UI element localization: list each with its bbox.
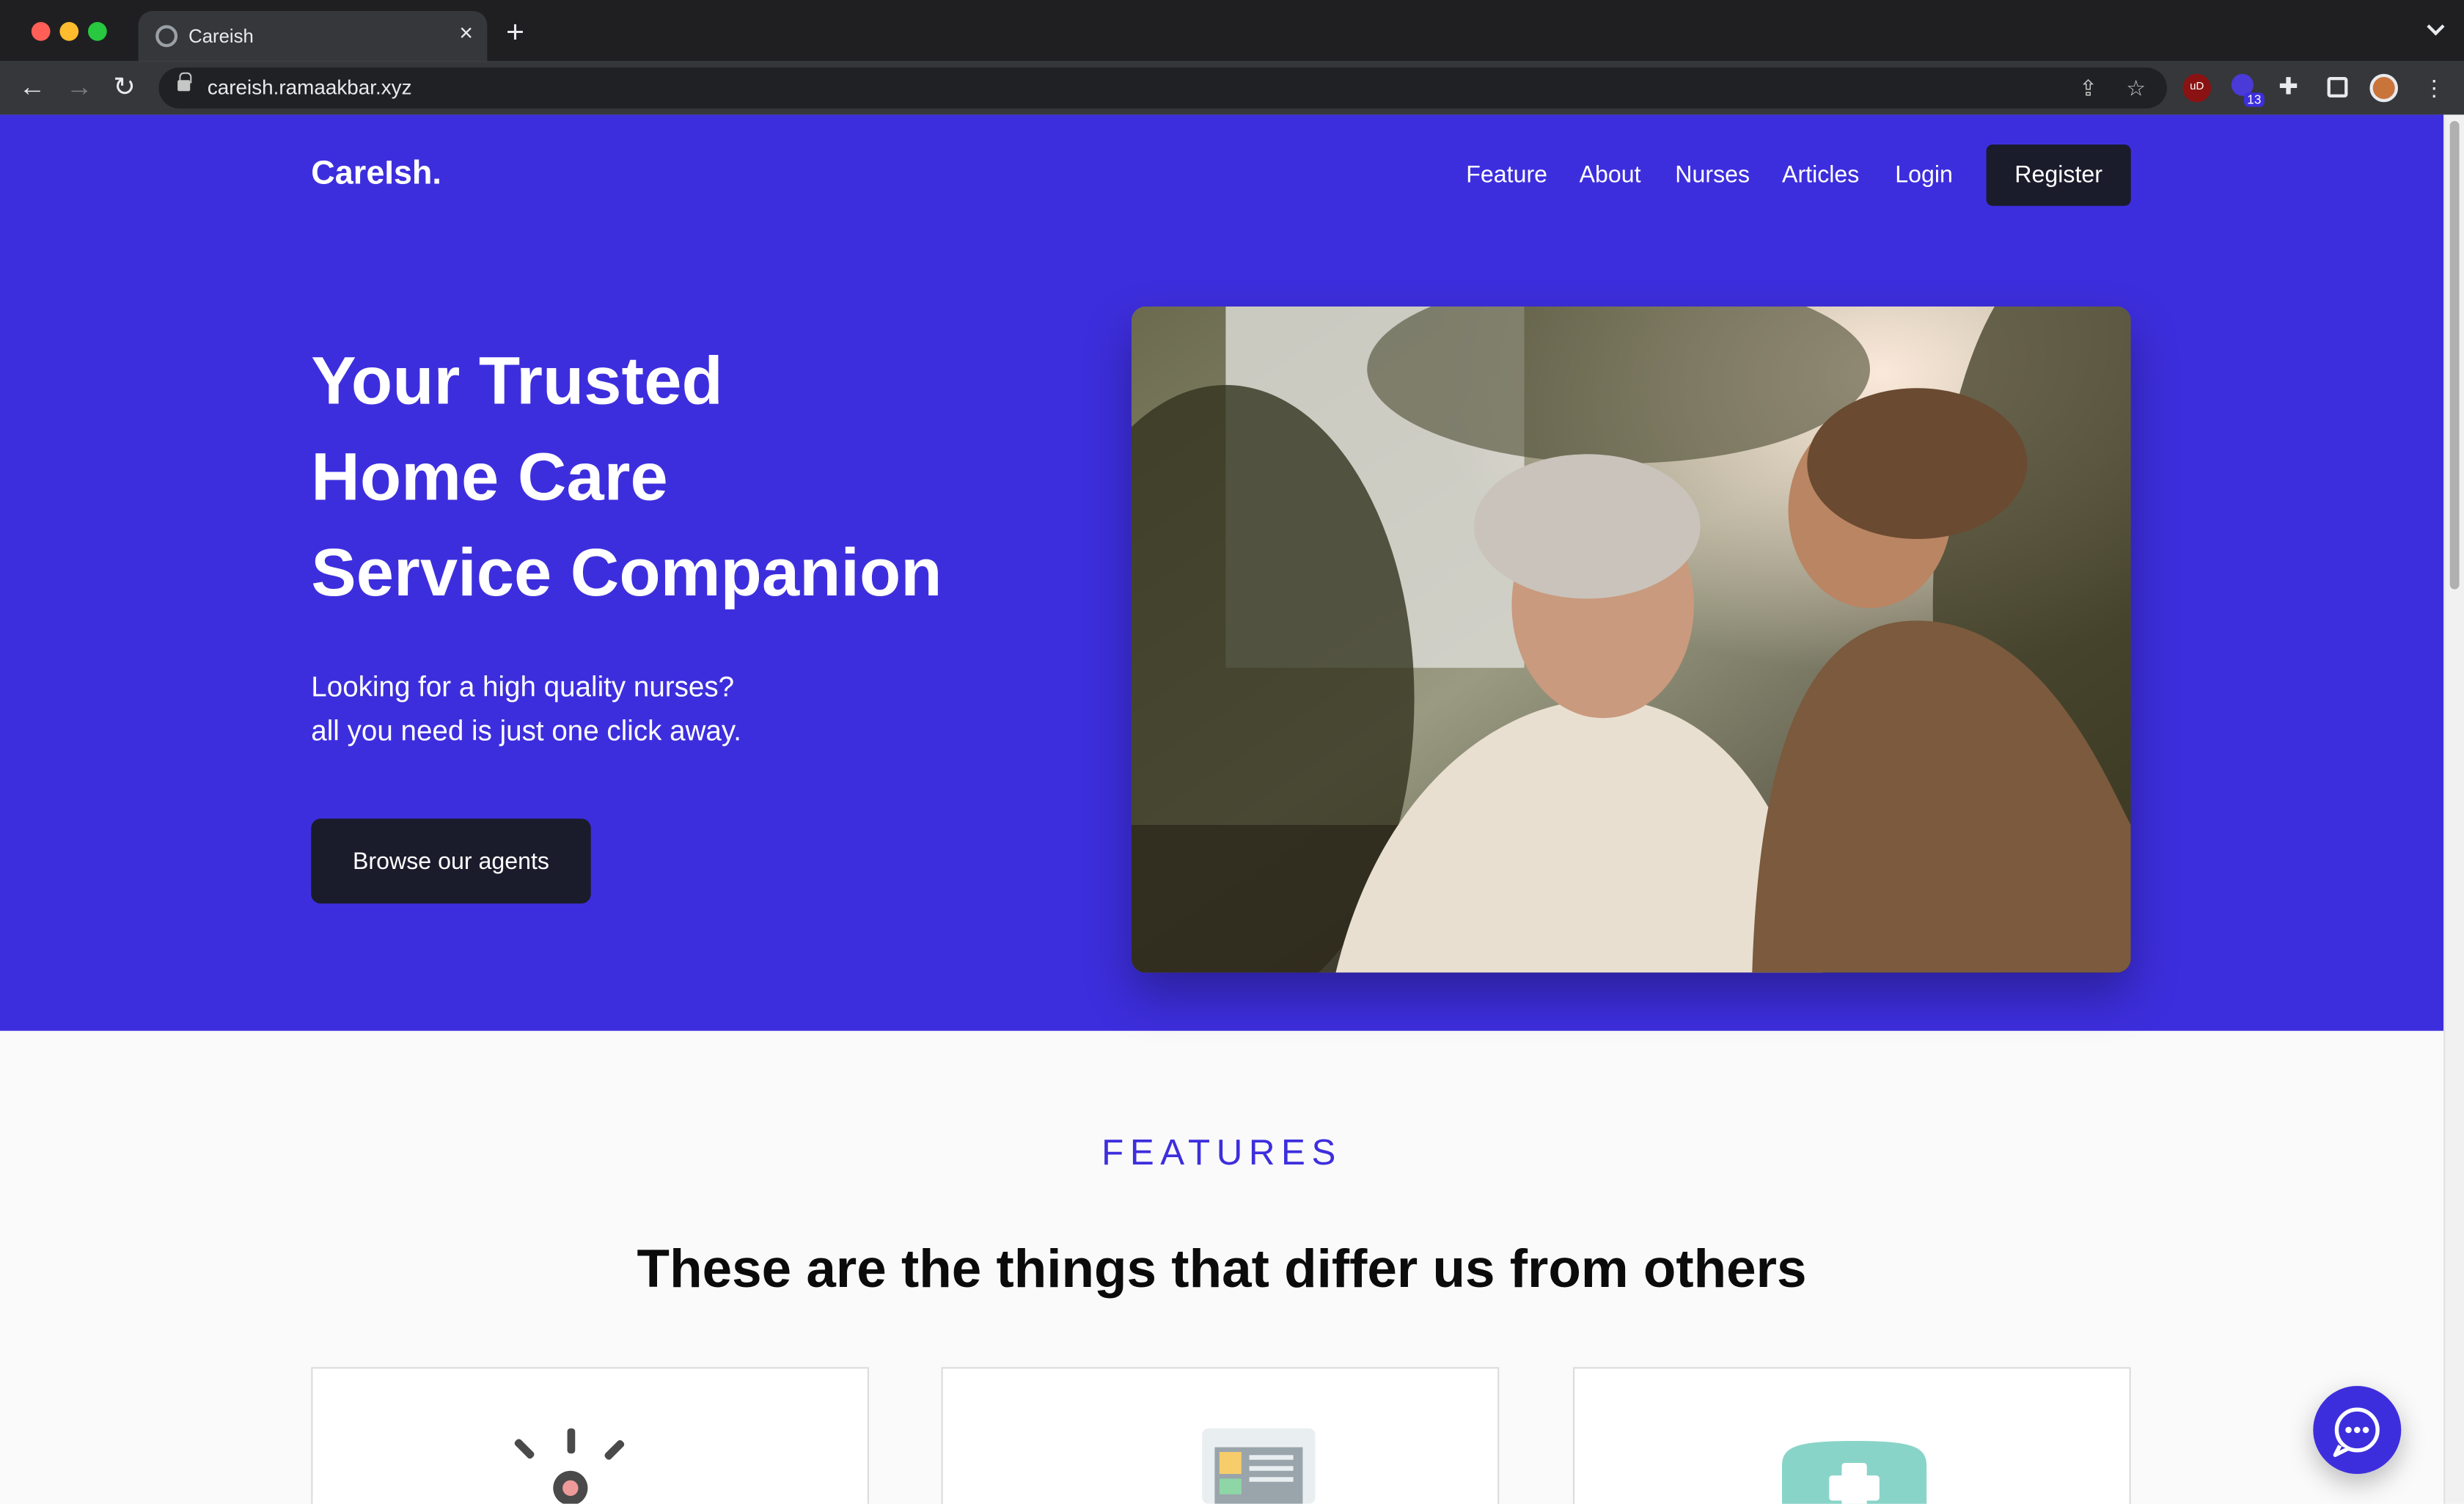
address-bar[interactable]: careish.ramaakbar.xyz ⇪ ☆ [158,67,2168,109]
lock-icon [177,72,192,92]
nav-login[interactable]: Login [1895,162,1953,188]
nav-articles[interactable]: Articles [1782,162,1859,188]
ublock-extension-icon[interactable]: uD [2182,73,2211,103]
ublock-label: uD [2190,81,2204,93]
menu-kebab-icon[interactable]: ⋮ [2423,74,2445,103]
hero-photo-caregiver-and-elderly-woman [1131,306,2131,973]
features-heading: These are the things that differ us from… [637,1239,1807,1300]
document-icon [1202,1428,1316,1504]
back-icon[interactable]: ← [19,73,45,103]
minimize-window-icon[interactable] [59,22,79,41]
scrollbar-thumb[interactable] [2449,121,2460,590]
site-logo[interactable]: CareIsh. [311,155,441,193]
hero-title-line-1: Your Trusted [311,344,723,420]
chat-button[interactable] [2313,1386,2402,1474]
nav-feature[interactable]: Feature [1466,162,1547,188]
url-text: careish.ramaakbar.xyz [207,75,412,99]
tab-title: Careish [188,25,254,48]
puzzle-extensions-icon[interactable]: ✚ [2278,74,2298,103]
new-tab-icon[interactable]: + [506,15,524,50]
browser-tab[interactable]: Careish × [138,11,488,62]
hero-section: CareIsh. Feature About Nurses Articles L… [0,114,2444,1031]
globe-icon [155,25,178,48]
browser-tab-bar: Careish × + [0,0,2464,62]
browse-agents-button[interactable]: Browse our agents [311,818,591,904]
feature-card [1573,1367,2131,1504]
profile-avatar[interactable] [2369,73,2398,103]
reload-icon[interactable]: ↻ [113,73,136,103]
close-window-icon[interactable] [31,22,51,41]
features-eyebrow: FEATURES [1101,1131,1342,1173]
tab-search-chevron-icon[interactable] [2427,18,2445,36]
hero-subtitle-line-2: all you need is just one click away. [311,714,742,747]
hero-title-line-3: Service Companion [311,535,942,612]
page-scrollbar[interactable] [2443,114,2464,1504]
register-button[interactable]: Register [1986,144,2131,206]
bookmark-star-icon[interactable]: ☆ [2126,74,2146,103]
feature-card [941,1367,1500,1504]
maximize-window-icon[interactable] [88,22,107,41]
hero-photo-illustration [1131,306,2131,973]
close-tab-icon[interactable]: × [459,21,473,49]
share-icon[interactable]: ⇪ [2079,74,2097,103]
nav-nurses[interactable]: Nurses [1675,162,1750,188]
chat-bubble-icon [2333,1407,2380,1457]
hero-subtitle-line-1: Looking for a high quality nurses? [311,671,735,703]
hero-title-line-2: Home Care [311,440,668,516]
register-label: Register [2014,161,2102,189]
browser-toolbar: ← → ↻ careish.ramaakbar.xyz ⇪ ☆ uD 13 ✚ … [0,61,2464,115]
extension-badge: 13 [2244,92,2265,107]
medical-kit-icon [1781,1440,1927,1504]
alert-light-icon [514,1428,625,1504]
screen: Careish × + ← → ↻ careish.ramaakbar.xyz … [0,0,2464,1504]
nav-about[interactable]: About [1580,162,1641,188]
side-panel-icon[interactable] [2327,77,2348,98]
browse-agents-label: Browse our agents [352,848,549,875]
feature-card [311,1367,869,1504]
forward-icon[interactable]: → [66,73,92,103]
